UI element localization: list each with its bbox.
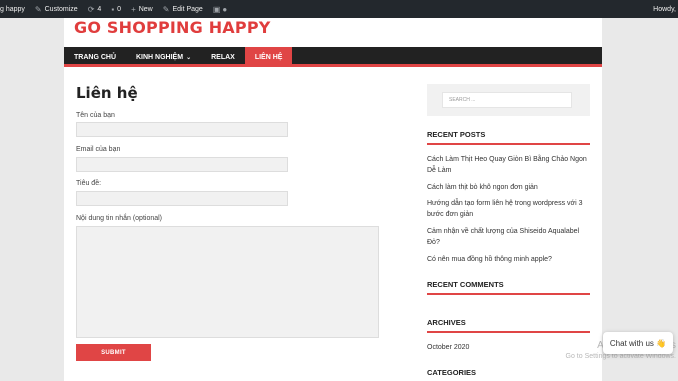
search-widget: SEARCH ...: [427, 84, 590, 116]
recent-post-link[interactable]: Cảm nhận về chất lượng của Shiseido Aqua…: [427, 226, 590, 248]
status-dot-icon: ●: [222, 4, 228, 14]
chat-with-us-button[interactable]: Chat with us 👋: [603, 332, 673, 354]
yoast-icon: ▣: [212, 4, 221, 14]
activate-line-2: Go to Settings to activate Windows.: [565, 353, 677, 360]
categories-title: CATEGORIES: [427, 368, 590, 381]
nav-item-relax[interactable]: RELAX: [201, 47, 245, 67]
name-label: Tên của bạn: [76, 112, 115, 119]
adminbar-updates[interactable]: ⟳ 4: [83, 0, 107, 18]
page-container: GO SHOPPING HAPPY TRANG CHỦ KINH NGHIỆM ⌄…: [64, 18, 602, 381]
adminbar-yoast[interactable]: ▣ ●: [208, 0, 235, 18]
subject-field[interactable]: [76, 191, 288, 206]
recent-post-link[interactable]: Hướng dẫn tạo form liên hệ trong wordpre…: [427, 198, 590, 220]
nav-item-kinh-nghiem[interactable]: KINH NGHIỆM ⌄: [126, 47, 201, 67]
refresh-icon: ⟳: [87, 4, 95, 14]
plus-icon: +: [131, 4, 136, 14]
contact-form: Liên hệ Tên của bạn Email của bạn Tiêu đ…: [76, 84, 396, 361]
search-input[interactable]: SEARCH ...: [442, 92, 572, 108]
subject-label: Tiêu đề:: [76, 180, 102, 187]
main-navigation: TRANG CHỦ KINH NGHIỆM ⌄ RELAX LIÊN HỆ: [64, 47, 602, 67]
brush-icon: ✎: [34, 4, 42, 14]
adminbar-comments[interactable]: ▪ 0: [106, 0, 126, 18]
comment-icon: ▪: [111, 4, 115, 14]
site-title[interactable]: GO SHOPPING HAPPY: [74, 18, 271, 37]
recent-post-link[interactable]: Có nên mua đồng hồ thông minh apple?: [427, 254, 590, 265]
name-field[interactable]: [76, 122, 288, 137]
adminbar-edit-page[interactable]: ✎ Edit Page: [158, 0, 208, 18]
message-textarea[interactable]: [76, 226, 379, 338]
recent-post-link[interactable]: Cách làm thịt bò khô ngon đơn giản: [427, 182, 590, 193]
message-label: Nội dung tin nhắn (optional): [76, 215, 163, 222]
admin-bar: g happy ✎ Customize ⟳ 4 ▪ 0 + New ✎ Edit Page…: [0, 0, 678, 18]
adminbar-site-name[interactable]: g happy: [0, 0, 30, 18]
archives-title: ARCHIVES: [427, 318, 590, 333]
chevron-down-icon: ⌄: [186, 54, 192, 61]
email-field[interactable]: [76, 157, 288, 172]
email-label: Email của bạn: [76, 146, 121, 153]
recent-comments-title: RECENT COMMENTS: [427, 280, 590, 295]
adminbar-new[interactable]: + New: [126, 0, 158, 18]
recent-post-link[interactable]: Cách Làm Thịt Heo Quay Giòn Bì Bằng Chảo…: [427, 154, 590, 176]
submit-button[interactable]: SUBMIT: [76, 344, 151, 361]
nav-item-lien-he[interactable]: LIÊN HỆ: [244, 47, 293, 67]
adminbar-customize[interactable]: ✎ Customize: [30, 0, 83, 18]
nav-item-trang-chu[interactable]: TRANG CHỦ: [64, 47, 126, 67]
pencil-icon: ✎: [162, 4, 170, 14]
recent-posts-title: RECENT POSTS: [427, 130, 590, 145]
page-title: Liên hệ: [76, 84, 138, 102]
adminbar-howdy[interactable]: Howdy,: [653, 0, 678, 18]
